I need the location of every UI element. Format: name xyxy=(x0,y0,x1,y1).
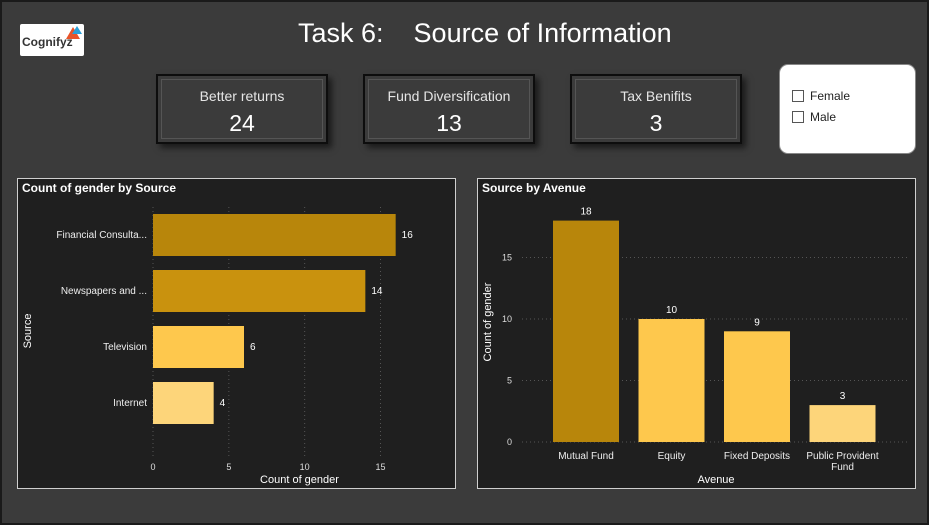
x-tick-label: 15 xyxy=(375,462,385,472)
y-tick-label: 10 xyxy=(502,314,512,324)
kpi-label: Tax Benifits xyxy=(620,88,692,104)
slicer-option-male[interactable]: Male xyxy=(792,110,836,124)
kpi-card-tax-benefits: Tax Benifits 3 xyxy=(570,74,742,144)
y-tick-label: Financial Consulta... xyxy=(56,230,147,241)
bar xyxy=(153,214,396,256)
x-tick-label: 5 xyxy=(226,462,231,472)
kpi-value: 24 xyxy=(229,110,255,136)
chart-title: Count of gender by Source xyxy=(22,181,177,195)
bar xyxy=(809,405,876,442)
y-axis-title: Source xyxy=(22,314,34,349)
y-axis-title: Count of gender xyxy=(482,282,494,361)
logo-triangle-icon xyxy=(72,26,82,34)
data-label: 9 xyxy=(754,317,760,328)
avenue-bar-chart: 0 5 10 15 18 Mutual Fund 10 Equity 9 Fixed Deposi… xyxy=(482,207,910,486)
y-tick-label: 15 xyxy=(502,253,512,263)
checkbox-icon[interactable] xyxy=(792,90,804,102)
source-bar-chart: 0 5 10 15 16 Financial Consulta... 14 Newspaper… xyxy=(22,207,414,486)
kpi-label: Fund Diversification xyxy=(387,88,511,104)
dashboard-frame: Cognifyz Task 6: Source of Information B… xyxy=(0,0,929,525)
x-axis-title: Count of gender xyxy=(260,474,339,486)
data-label: 14 xyxy=(371,286,383,297)
slicer-option-female[interactable]: Female xyxy=(792,89,850,103)
bar xyxy=(153,326,244,368)
x-tick-label: 10 xyxy=(300,462,310,472)
y-tick-label: 5 xyxy=(507,376,512,386)
gender-slicer: Female Male xyxy=(779,64,916,154)
data-label: 18 xyxy=(580,207,592,218)
data-label: 10 xyxy=(666,305,678,316)
bar xyxy=(724,331,790,442)
bar xyxy=(553,220,619,442)
chart-panel-avenue: Source by Avenue 0 5 10 15 18 Mutual Fund 10 Eq… xyxy=(477,178,916,489)
x-tick-label: Public Provident xyxy=(806,451,878,462)
data-label: 16 xyxy=(402,230,414,241)
slicer-option-label: Male xyxy=(810,110,837,124)
cognifyz-logo: Cognifyz xyxy=(20,24,84,56)
x-axis-title: Avenue xyxy=(697,474,734,486)
y-tick-label: Internet xyxy=(113,398,147,409)
kpi-label: Better returns xyxy=(199,88,285,104)
y-tick-label: 0 xyxy=(507,437,512,447)
x-tick-label: 0 xyxy=(150,462,155,472)
checkbox-icon[interactable] xyxy=(792,111,804,123)
data-label: 6 xyxy=(250,342,256,353)
bar xyxy=(638,319,705,442)
slicer-option-label: Female xyxy=(810,89,851,103)
kpi-card-better-returns: Better returns 24 xyxy=(156,74,328,144)
data-label: 4 xyxy=(220,398,226,409)
chart-title: Source by Avenue xyxy=(482,181,586,195)
chart-panel-source: Count of gender by Source 0 5 10 15 16 Financ… xyxy=(17,178,456,489)
kpi-value: 3 xyxy=(649,110,663,136)
bar xyxy=(153,382,214,424)
kpi-value: 13 xyxy=(436,110,462,136)
page-title: Task 6: Source of Information xyxy=(298,18,672,48)
x-tick-label: Equity xyxy=(658,451,686,462)
kpi-card-fund-diversification: Fund Diversification 13 xyxy=(363,74,535,144)
y-tick-label: Television xyxy=(103,342,147,353)
x-tick-label: Fund xyxy=(831,462,854,473)
bar xyxy=(153,270,366,312)
x-tick-label: Mutual Fund xyxy=(558,451,614,462)
data-label: 3 xyxy=(840,391,846,402)
x-tick-label: Fixed Deposits xyxy=(724,451,790,462)
y-tick-label: Newspapers and ... xyxy=(61,286,147,297)
